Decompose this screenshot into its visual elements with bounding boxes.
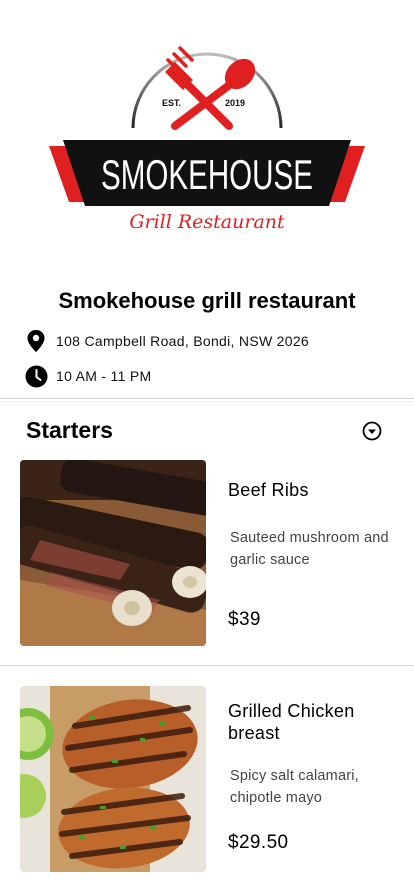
divider bbox=[0, 665, 414, 666]
clock-icon bbox=[24, 364, 48, 388]
item-description: Sauteed mushroom and garlic sauce bbox=[230, 530, 389, 568]
est-label: EST. bbox=[162, 98, 181, 108]
section-title-starters[interactable]: Starters bbox=[26, 417, 113, 444]
item-description: Spicy salt calamari, chipotle mayo bbox=[230, 768, 359, 806]
restaurant-logo: EST. 2019 SMOKEHOUSE Grill Restaurant bbox=[0, 30, 414, 245]
brand-word: SMOKEHOUSE bbox=[101, 151, 313, 198]
menu-item-beef-ribs[interactable]: Beef Ribs Sauteed mushroom and garlic sa… bbox=[0, 460, 414, 648]
item-price: $39 bbox=[228, 609, 261, 630]
fork-spoon-icon bbox=[165, 46, 256, 130]
year-label: 2019 bbox=[225, 98, 245, 108]
item-name: Beef Ribs bbox=[228, 480, 309, 500]
chevron-down-circle-icon[interactable] bbox=[361, 420, 383, 442]
address-row[interactable]: 108 Campbell Road, Bondi, NSW 2026 bbox=[24, 329, 309, 353]
restaurant-name: Smokehouse grill restaurant bbox=[58, 288, 356, 313]
divider bbox=[0, 401, 414, 402]
hours-text: 10 AM - 11 PM bbox=[56, 368, 152, 384]
item-name: Grilled Chicken breast bbox=[228, 701, 355, 743]
grilled-chicken-photo bbox=[20, 686, 206, 872]
address-text: 108 Campbell Road, Bondi, NSW 2026 bbox=[56, 333, 310, 349]
location-pin-icon bbox=[24, 329, 48, 353]
item-price: $29.50 bbox=[228, 832, 289, 853]
menu-item-grilled-chicken[interactable]: Grilled Chicken breast Spicy salt calama… bbox=[0, 686, 414, 874]
hours-row: 10 AM - 11 PM bbox=[24, 364, 151, 388]
divider bbox=[0, 398, 414, 399]
tagline: Grill Restaurant bbox=[129, 211, 285, 233]
beef-ribs-photo bbox=[20, 460, 206, 646]
logo-graphic: EST. 2019 SMOKEHOUSE Grill Restaurant bbox=[49, 46, 365, 233]
